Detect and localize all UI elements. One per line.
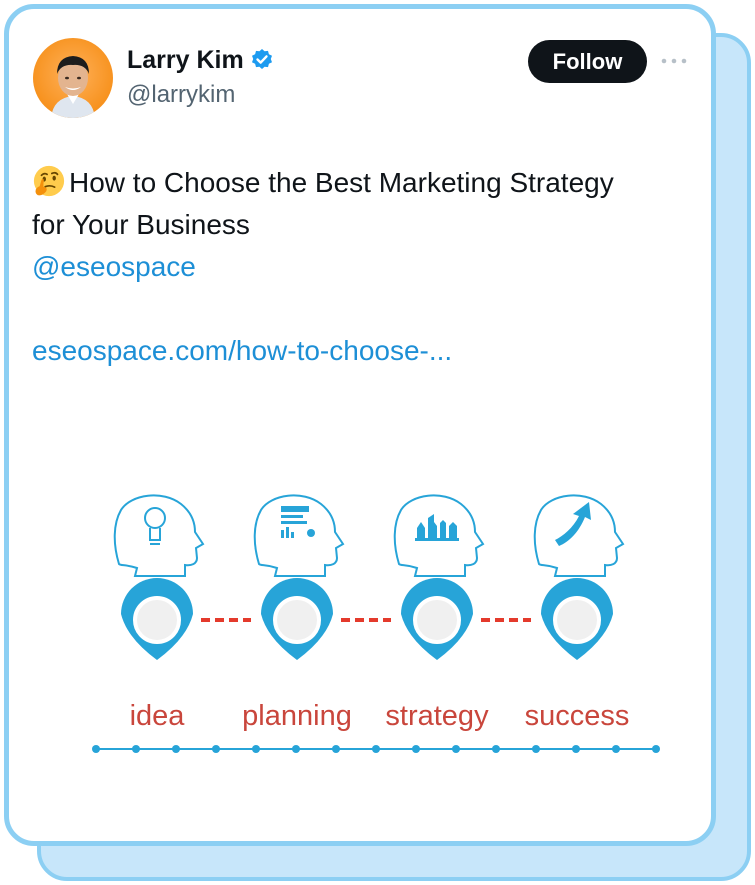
planning-document-head-icon xyxy=(253,494,345,577)
lightbulb-head-icon xyxy=(113,494,205,577)
tweet-line-2: for Your Business xyxy=(32,209,250,240)
verified-badge-icon xyxy=(251,49,272,69)
idea-pin-icon xyxy=(121,578,193,660)
tweet-media-image[interactable]: idea planning strategy success xyxy=(69,449,689,779)
more-options-button[interactable] xyxy=(657,49,691,73)
stage-label-success: success xyxy=(525,700,630,732)
more-options-icon xyxy=(661,58,687,64)
author-avatar[interactable] xyxy=(33,38,113,118)
success-pin-icon xyxy=(541,578,613,660)
tweet-text: How to Choose the Best Marketing Strateg… xyxy=(32,162,692,372)
planning-pin-icon xyxy=(261,578,333,660)
chess-head-icon xyxy=(393,494,485,577)
tweet-card[interactable]: Larry Kim @larrykim Follow How to Choose… xyxy=(4,4,716,846)
tweet-line-1-text: How to Choose the Best Marketing Strateg… xyxy=(69,167,614,198)
author-handle[interactable]: @larrykim xyxy=(127,80,235,110)
stage-label-strategy: strategy xyxy=(385,700,489,732)
tweet-line-1: How to Choose the Best Marketing Strateg… xyxy=(32,162,692,204)
avatar-photo xyxy=(51,56,95,118)
follow-button[interactable]: Follow xyxy=(528,40,647,83)
stage-label-planning: planning xyxy=(242,700,352,732)
tweet-mention-link[interactable]: @eseospace xyxy=(32,246,692,288)
strategy-pin-icon xyxy=(401,578,473,660)
author-name[interactable]: Larry Kim xyxy=(127,45,244,75)
marketing-infographic: idea planning strategy success xyxy=(92,494,660,753)
stage-label-idea: idea xyxy=(130,700,186,732)
arrow-up-head-icon xyxy=(533,494,625,577)
author-name-row: Larry Kim xyxy=(127,45,274,75)
thinking-face-icon xyxy=(33,165,65,197)
timeline-dots xyxy=(92,745,660,753)
tweet-url-link[interactable]: eseospace.com/how-to-choose-... xyxy=(32,330,692,372)
